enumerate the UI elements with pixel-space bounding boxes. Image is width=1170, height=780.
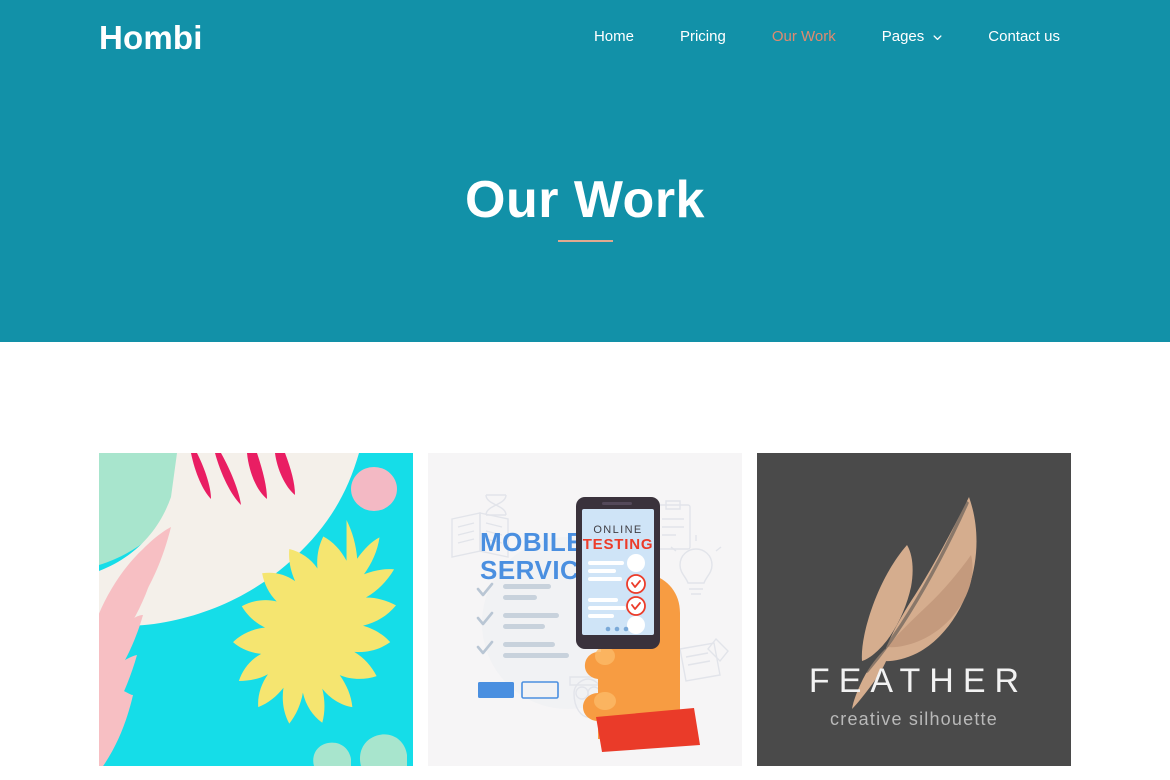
portfolio-card-mobile-service[interactable]: MOBILE SERVICE ONLINE TESTING <box>428 453 742 766</box>
nav-item-home[interactable]: Home <box>594 27 657 47</box>
title-divider <box>558 240 613 242</box>
tropical-abstract-illustration <box>99 453 413 766</box>
nav-item-pricing[interactable]: Pricing <box>657 27 749 47</box>
portfolio-card-tropical-abstract[interactable] <box>99 453 413 766</box>
page-root: Hombi Home Pricing Our Work Pages Contac… <box>0 0 1170 780</box>
nav-item-contact-us[interactable]: Contact us <box>965 27 1060 47</box>
page-title: Our Work <box>465 171 705 229</box>
nav-links: Home Pricing Our Work Pages Contact us <box>594 27 1060 47</box>
portfolio-card-feather-logo[interactable]: FEATHER creative silhouette <box>757 453 1071 766</box>
portfolio-grid: MOBILE SERVICE ONLINE TESTING FEATHER cr… <box>99 453 1071 766</box>
phone-online-label: ONLINE <box>593 524 642 536</box>
feather-wordmark: FEATHER <box>808 662 1029 700</box>
chevron-down-icon <box>933 33 942 42</box>
mobile-primary-button <box>478 682 514 698</box>
mobile-service-illustration: MOBILE SERVICE ONLINE TESTING <box>428 453 742 766</box>
main-navigation: Hombi Home Pricing Our Work Pages Contac… <box>0 0 1170 76</box>
hero-header: Hombi Home Pricing Our Work Pages Contac… <box>0 0 1170 342</box>
nav-item-pages[interactable]: Pages <box>859 27 966 47</box>
site-logo[interactable]: Hombi <box>99 19 203 57</box>
nav-item-our-work[interactable]: Our Work <box>749 27 859 47</box>
feather-tagline: creative silhouette <box>830 709 998 729</box>
phone-testing-label: TESTING <box>583 536 654 553</box>
mobile-service-line1: MOBILE <box>480 527 584 557</box>
nav-item-pages-label: Pages <box>881 28 925 45</box>
